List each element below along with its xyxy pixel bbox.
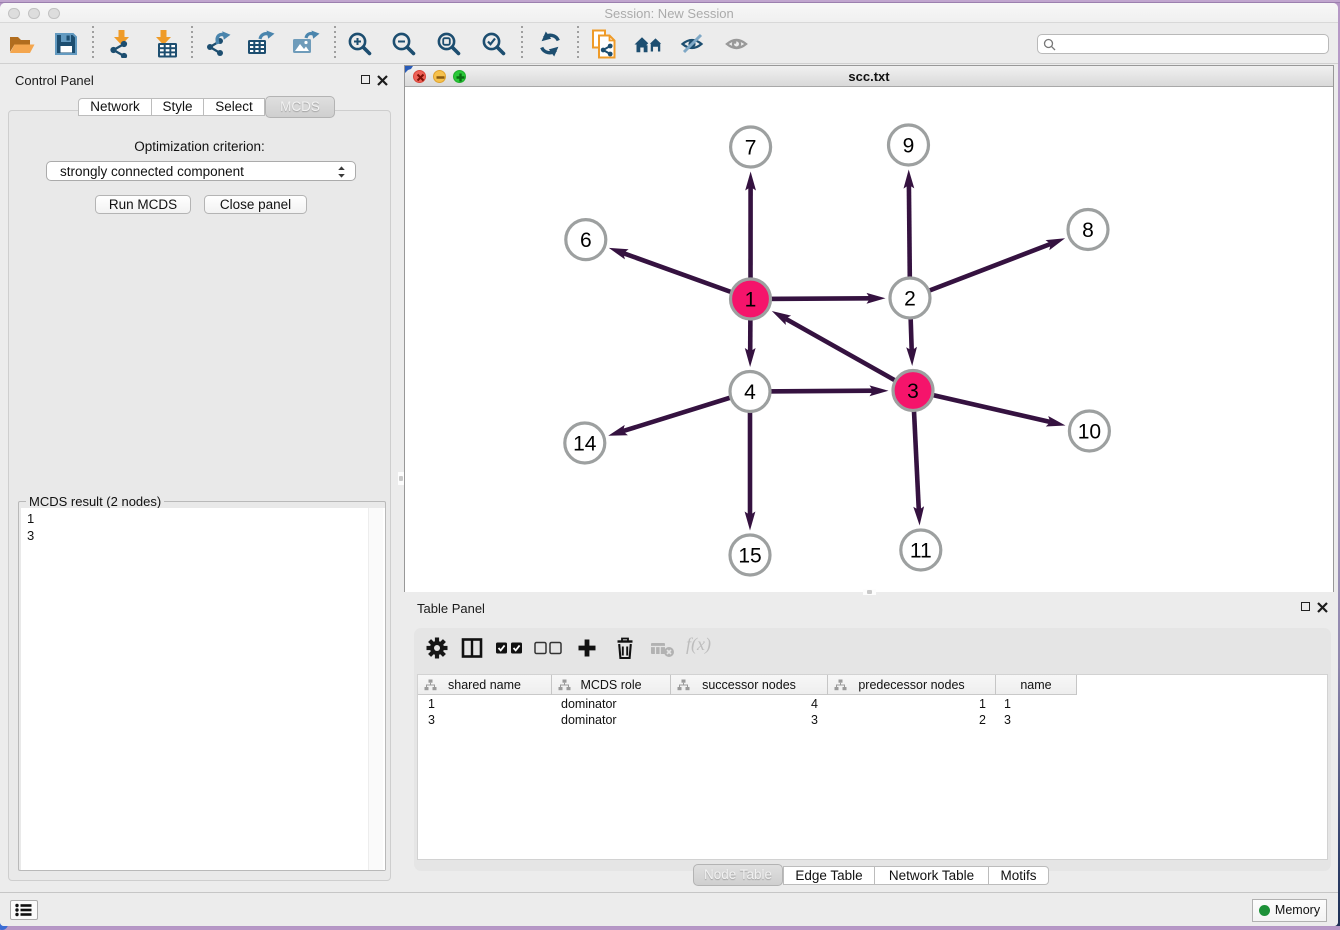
- svg-text:2: 2: [904, 288, 916, 311]
- svg-text:10: 10: [1078, 421, 1101, 444]
- svg-text:11: 11: [910, 540, 932, 563]
- svg-text:14: 14: [573, 433, 597, 456]
- svg-text:7: 7: [745, 137, 757, 160]
- svg-text:4: 4: [744, 381, 756, 404]
- svg-text:6: 6: [580, 229, 592, 252]
- svg-text:3: 3: [907, 380, 919, 403]
- svg-text:9: 9: [903, 135, 915, 158]
- svg-text:8: 8: [1082, 219, 1094, 242]
- svg-text:1: 1: [745, 289, 757, 312]
- svg-text:15: 15: [738, 545, 761, 568]
